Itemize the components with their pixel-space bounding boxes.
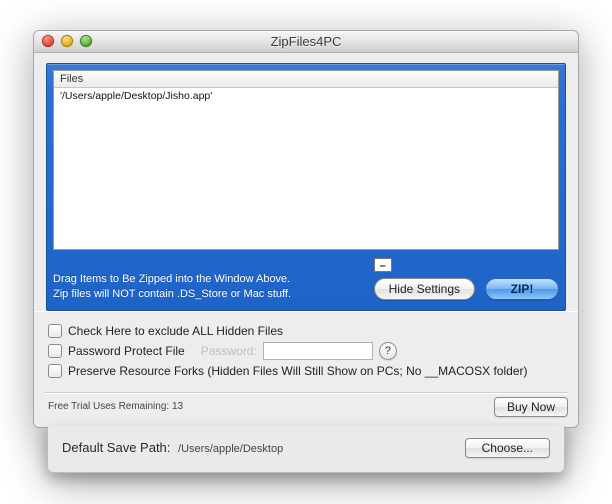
trial-label: Free Trial Uses Remaining: bbox=[48, 401, 169, 412]
password-field-label: Password: bbox=[201, 344, 257, 358]
buy-now-button[interactable]: Buy Now bbox=[494, 397, 568, 417]
trial-row: Free Trial Uses Remaining: 13 Buy Now bbox=[34, 393, 578, 427]
save-path-value: /Users/apple/Desktop bbox=[178, 443, 283, 455]
window-title: ZipFiles4PC bbox=[34, 34, 578, 49]
app-window: ZipFiles4PC Files '/Users/apple/Desktop/… bbox=[33, 30, 579, 428]
exclude-hidden-row: Check Here to exclude ALL Hidden Files bbox=[48, 324, 564, 338]
files-list[interactable]: Files '/Users/apple/Desktop/Jisho.app' bbox=[53, 70, 559, 250]
exclude-hidden-label: Check Here to exclude ALL Hidden Files bbox=[68, 324, 283, 338]
save-path-label: Default Save Path: bbox=[62, 440, 170, 455]
choose-path-button[interactable]: Choose... bbox=[465, 438, 550, 458]
zip-button[interactable]: ZIP! bbox=[485, 278, 559, 300]
hide-settings-button[interactable]: Hide Settings bbox=[374, 278, 475, 300]
files-column-header[interactable]: Files bbox=[54, 71, 558, 88]
resource-forks-row: Preserve Resource Forks (Hidden Files Wi… bbox=[48, 364, 564, 378]
password-row: Password Protect File Password: ? bbox=[48, 342, 564, 360]
save-path-line: Default Save Path: /Users/apple/Desktop bbox=[62, 440, 283, 455]
drop-panel: Files '/Users/apple/Desktop/Jisho.app' D… bbox=[46, 63, 566, 311]
traffic-lights bbox=[34, 35, 92, 47]
help-icon[interactable]: ? bbox=[379, 342, 397, 360]
collapse-button[interactable]: – bbox=[374, 258, 392, 272]
trial-count: 13 bbox=[172, 401, 183, 412]
files-row[interactable]: '/Users/apple/Desktop/Jisho.app' bbox=[54, 88, 558, 104]
save-path-panel: Default Save Path: /Users/apple/Desktop … bbox=[47, 426, 565, 473]
password-protect-label: Password Protect File bbox=[68, 344, 185, 358]
content-container: Files '/Users/apple/Desktop/Jisho.app' D… bbox=[34, 53, 578, 311]
settings-panel: Check Here to exclude ALL Hidden Files P… bbox=[34, 311, 578, 388]
zoom-icon[interactable] bbox=[80, 35, 92, 47]
titlebar: ZipFiles4PC bbox=[34, 31, 578, 53]
close-icon[interactable] bbox=[42, 35, 54, 47]
minimize-icon[interactable] bbox=[61, 35, 73, 47]
instructions-text: Drag Items to Be Zipped into the Window … bbox=[53, 272, 303, 302]
password-checkbox[interactable] bbox=[48, 344, 62, 358]
resource-forks-label: Preserve Resource Forks (Hidden Files Wi… bbox=[68, 364, 527, 378]
resource-forks-checkbox[interactable] bbox=[48, 364, 62, 378]
password-input[interactable] bbox=[263, 342, 373, 360]
trial-status: Free Trial Uses Remaining: 13 bbox=[48, 401, 183, 412]
exclude-hidden-checkbox[interactable] bbox=[48, 324, 62, 338]
